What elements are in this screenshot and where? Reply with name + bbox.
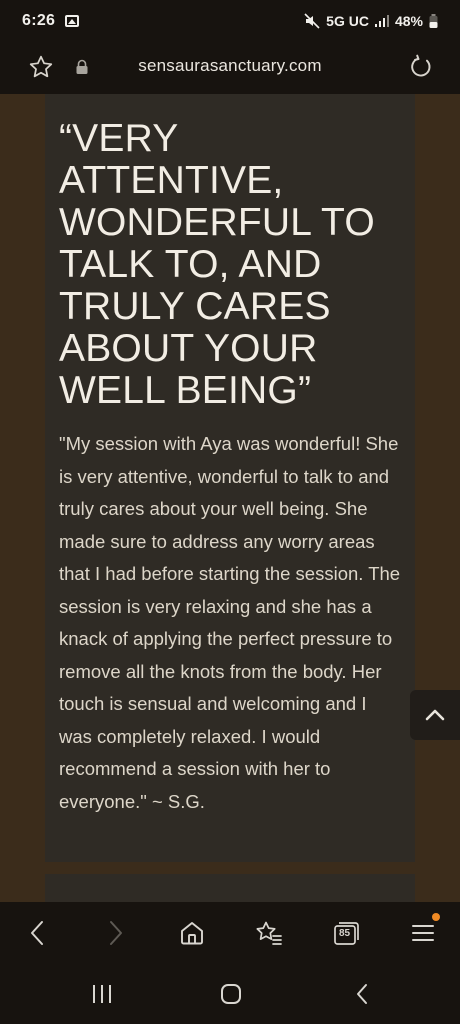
forward-button[interactable] <box>101 918 131 948</box>
home-icon <box>181 922 203 945</box>
battery-icon <box>429 14 438 28</box>
testimonial-body: "My session with Aya was wonderful! She … <box>59 433 401 812</box>
testimonial-card: “VERY ATTENTIVE, WONDERFUL TO TALK TO, A… <box>45 94 415 862</box>
web-page-content: “VERY ATTENTIVE, WONDERFUL TO TALK TO, A… <box>0 94 460 902</box>
network-type: 5G UC <box>326 13 369 29</box>
menu-button[interactable] <box>408 913 440 948</box>
star-list-icon <box>256 921 282 945</box>
mute-icon <box>304 13 320 29</box>
status-indicators: 5G UC 48% <box>304 13 438 29</box>
chevron-up-icon <box>425 709 445 721</box>
address-bar: sensaurasanctuary.com <box>0 42 460 94</box>
reload-icon[interactable] <box>408 54 434 80</box>
chevron-right-icon <box>110 921 122 945</box>
notification-dot <box>432 913 440 921</box>
hamburger-menu-icon <box>412 925 434 941</box>
next-testimonial-card <box>45 874 415 902</box>
system-navigation-bar <box>0 964 460 1024</box>
scroll-to-top-button[interactable] <box>410 690 460 740</box>
recents-button[interactable] <box>87 980 117 1008</box>
tabs-button[interactable]: 85 <box>331 918 361 948</box>
chevron-left-icon <box>31 921 43 945</box>
browser-toolbar: 85 <box>0 902 460 964</box>
home-button[interactable] <box>177 918 207 948</box>
testimonial-heading: “VERY ATTENTIVE, WONDERFUL TO TALK TO, A… <box>59 117 375 412</box>
gallery-notification-icon <box>65 15 80 27</box>
signal-icon <box>374 15 389 27</box>
back-button[interactable] <box>22 918 52 948</box>
recents-icon <box>93 985 111 1003</box>
system-home-button[interactable] <box>216 980 246 1008</box>
status-bar: 6:26 5G UC 48% <box>0 0 460 42</box>
system-back-button[interactable] <box>347 980 377 1008</box>
system-home-icon <box>221 984 241 1004</box>
tab-count: 85 <box>338 928 351 939</box>
battery-percent: 48% <box>394 13 423 29</box>
system-back-icon <box>357 984 367 1004</box>
bookmarks-button[interactable] <box>254 918 284 948</box>
status-time: 6:26 <box>22 12 56 29</box>
url-field[interactable]: sensaurasanctuary.com <box>0 56 460 76</box>
